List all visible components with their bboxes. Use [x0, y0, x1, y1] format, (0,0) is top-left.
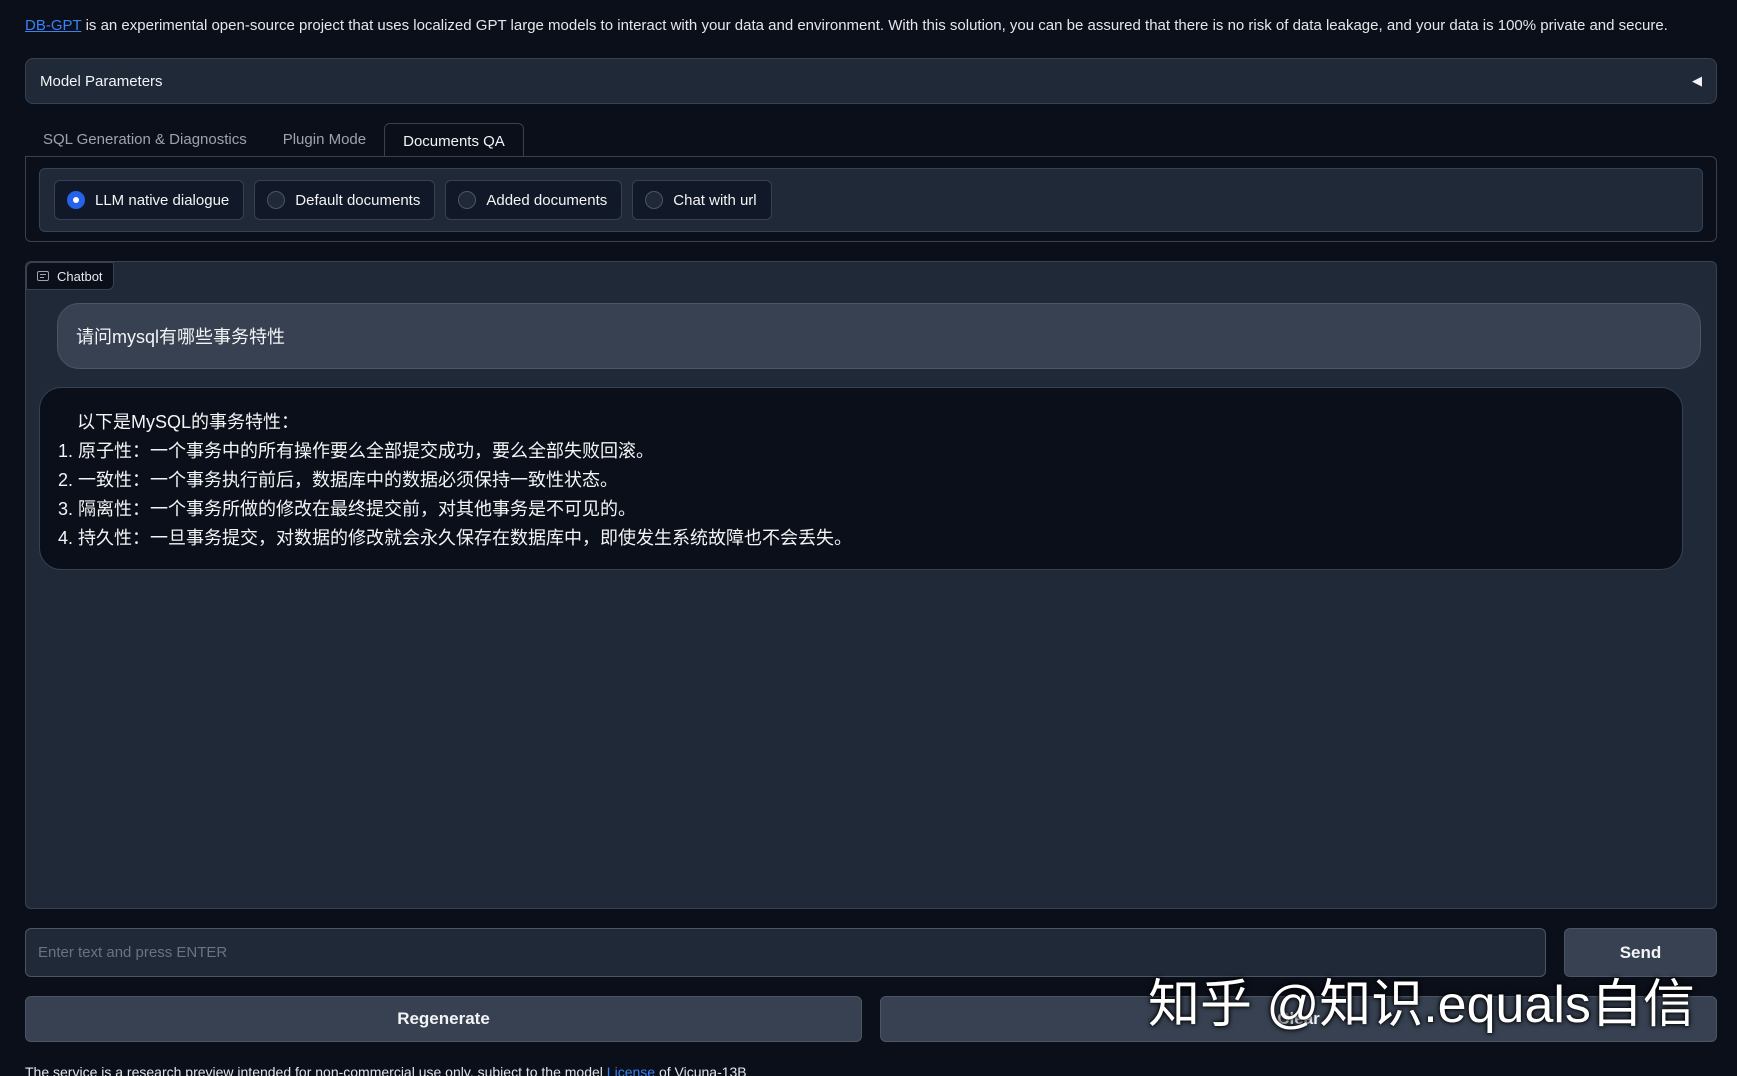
list-item: 2. 一致性：一个事务执行前后，数据库中的数据必须保持一致性状态。 [58, 470, 619, 490]
footer-text-before: The service is a research preview intend… [25, 1064, 607, 1076]
accordion-label: Model Parameters [40, 72, 163, 90]
regenerate-button[interactable]: Regenerate [25, 996, 862, 1042]
radio-default-documents[interactable]: Default documents [254, 180, 436, 220]
tab-sql-generation[interactable]: SQL Generation & Diagnostics [25, 122, 265, 157]
list-item: 3. 隔离性：一个事务所做的修改在最终提交前，对其他事务是不可见的。 [58, 499, 637, 519]
tab-plugin-mode[interactable]: Plugin Mode [265, 122, 384, 157]
collapse-triangle-icon[interactable]: ◀ [1692, 73, 1702, 89]
bot-message: 以下是MySQL的事务特性： 1. 原子性：一个事务中的所有操作要么全部提交成功… [39, 387, 1683, 570]
bot-message-intro: 以下是MySQL的事务特性： [77, 412, 300, 432]
radio-unselected-icon [458, 191, 477, 209]
radio-label: Default documents [295, 191, 421, 209]
documents-qa-panel: LLM native dialogue Default documents Ad… [25, 156, 1717, 242]
radio-chat-with-url[interactable]: Chat with url [632, 180, 772, 220]
clear-button[interactable]: Clear [880, 996, 1717, 1042]
bot-message-list: 1. 原子性：一个事务中的所有操作要么全部提交成功，要么全部失败回滚。 2. 一… [58, 437, 1664, 553]
footer-notice: The service is a research preview intend… [25, 1064, 747, 1076]
tab-documents-qa[interactable]: Documents QA [384, 123, 524, 158]
model-parameters-accordion[interactable]: Model Parameters ◀ [25, 58, 1717, 104]
chatbot-label: Chatbot [26, 262, 114, 290]
dialogue-mode-radio-group: LLM native dialogue Default documents Ad… [39, 168, 1703, 232]
radio-label: LLM native dialogue [95, 191, 230, 209]
send-button[interactable]: Send [1564, 928, 1717, 977]
radio-unselected-icon [645, 191, 664, 209]
radio-selected-icon [67, 191, 85, 209]
chat-bubble-icon [37, 271, 49, 281]
list-item: 4. 持久性：一旦事务提交，对数据的修改就会永久保存在数据库中，即使发生系统故障… [58, 528, 853, 548]
intro-description: is an experimental open-source project t… [81, 17, 1668, 34]
db-gpt-link[interactable]: DB-GPT [25, 17, 81, 34]
footer-text-after: of Vicuna-13B [655, 1064, 747, 1076]
radio-unselected-icon [267, 191, 286, 209]
chatbot-label-text: Chatbot [57, 268, 103, 284]
radio-label: Added documents [486, 191, 608, 209]
message-input[interactable] [25, 928, 1546, 977]
user-message: 请问mysql有哪些事务特性 [57, 303, 1701, 369]
list-item: 1. 原子性：一个事务中的所有操作要么全部提交成功，要么全部失败回滚。 [58, 441, 655, 461]
intro-text: DB-GPT is an experimental open-source pr… [25, 16, 1725, 36]
radio-llm-native-dialogue[interactable]: LLM native dialogue [54, 180, 245, 220]
license-link[interactable]: License [607, 1064, 655, 1076]
radio-label: Chat with url [673, 191, 757, 209]
radio-added-documents[interactable]: Added documents [445, 180, 623, 220]
chatbot-panel[interactable]: Chatbot 请问mysql有哪些事务特性 以下是MySQL的事务特性： 1.… [25, 261, 1717, 909]
mode-tabs: SQL Generation & Diagnostics Plugin Mode… [25, 122, 524, 158]
